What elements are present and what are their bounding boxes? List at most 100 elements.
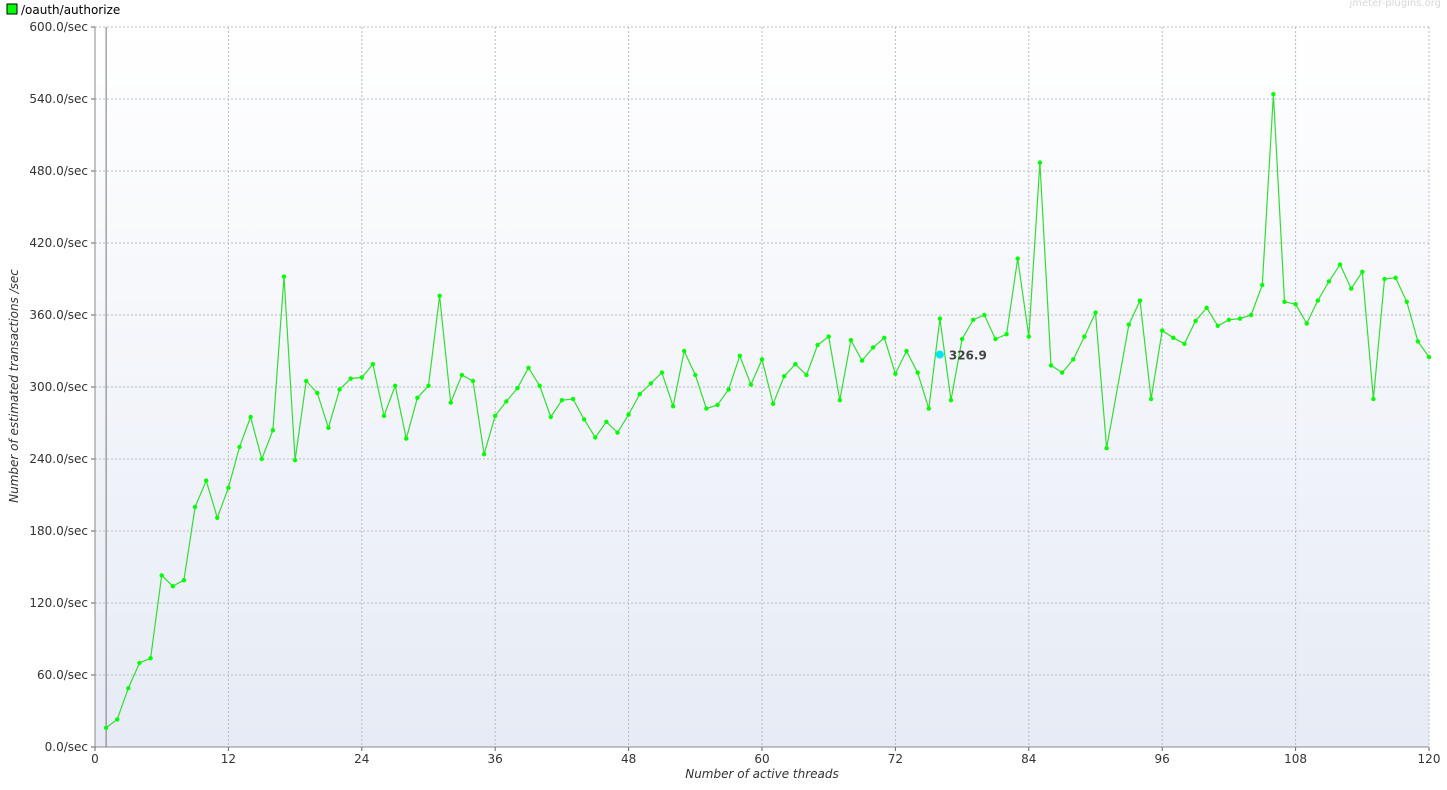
data-point[interactable] bbox=[893, 371, 898, 376]
data-point[interactable] bbox=[1182, 341, 1187, 346]
data-point[interactable] bbox=[304, 378, 309, 384]
data-point[interactable] bbox=[370, 362, 376, 367]
data-point[interactable] bbox=[570, 396, 576, 402]
data-point[interactable] bbox=[203, 478, 209, 483]
data-point[interactable] bbox=[470, 378, 476, 384]
data-point[interactable] bbox=[359, 375, 364, 380]
data-point[interactable] bbox=[559, 398, 565, 403]
data-point[interactable] bbox=[1193, 318, 1198, 324]
data-point[interactable] bbox=[226, 485, 231, 490]
data-point[interactable] bbox=[115, 717, 120, 722]
data-point[interactable] bbox=[648, 381, 654, 386]
data-point[interactable] bbox=[1337, 262, 1343, 267]
data-point[interactable] bbox=[1348, 286, 1354, 291]
data-point[interactable] bbox=[759, 357, 765, 362]
data-point[interactable] bbox=[1015, 256, 1020, 261]
data-point[interactable] bbox=[1160, 328, 1165, 333]
data-point[interactable] bbox=[1004, 332, 1009, 337]
data-point[interactable] bbox=[1315, 298, 1321, 303]
data-point[interactable] bbox=[904, 348, 909, 354]
data-point[interactable] bbox=[837, 398, 843, 403]
data-point[interactable] bbox=[348, 376, 353, 381]
line-chart[interactable]: 0.0/sec 60.0/sec 120.0/sec 180.0/sec 240.0/s… bbox=[0, 0, 1447, 786]
data-point[interactable] bbox=[137, 660, 142, 666]
data-point[interactable] bbox=[971, 317, 976, 322]
data-point[interactable] bbox=[1204, 305, 1209, 310]
data-point[interactable] bbox=[681, 348, 687, 354]
data-point[interactable] bbox=[526, 365, 531, 370]
data-point[interactable] bbox=[1260, 282, 1265, 288]
data-point[interactable] bbox=[404, 436, 409, 441]
data-point[interactable] bbox=[1426, 354, 1432, 360]
data-point[interactable] bbox=[770, 401, 776, 406]
data-point[interactable] bbox=[548, 414, 553, 420]
data-point[interactable] bbox=[948, 398, 954, 403]
data-point[interactable] bbox=[1137, 298, 1143, 303]
data-point[interactable] bbox=[1093, 310, 1098, 315]
data-point[interactable] bbox=[1248, 312, 1254, 318]
data-point[interactable] bbox=[159, 573, 164, 578]
hover-point[interactable] bbox=[935, 350, 944, 359]
data-point[interactable] bbox=[192, 504, 198, 510]
data-point[interactable] bbox=[1237, 316, 1243, 321]
data-point[interactable] bbox=[870, 345, 876, 350]
data-point[interactable] bbox=[381, 413, 387, 418]
data-point[interactable] bbox=[1148, 396, 1154, 402]
data-point[interactable] bbox=[181, 578, 187, 583]
data-point[interactable] bbox=[126, 686, 131, 691]
data-point[interactable] bbox=[693, 372, 698, 378]
data-point[interactable] bbox=[748, 382, 754, 387]
data-point[interactable] bbox=[1326, 279, 1332, 284]
data-point[interactable] bbox=[804, 372, 809, 378]
data-point[interactable] bbox=[1059, 370, 1065, 375]
data-point[interactable] bbox=[782, 374, 787, 379]
data-point[interactable] bbox=[170, 584, 176, 589]
data-point[interactable] bbox=[848, 338, 854, 343]
data-point[interactable] bbox=[1393, 275, 1398, 280]
data-point[interactable] bbox=[1126, 322, 1132, 327]
data-point[interactable] bbox=[1071, 357, 1076, 362]
data-point[interactable] bbox=[459, 372, 465, 378]
data-point[interactable] bbox=[315, 390, 320, 396]
data-point[interactable] bbox=[859, 358, 865, 363]
data-point[interactable] bbox=[1037, 160, 1043, 165]
data-point[interactable] bbox=[715, 402, 720, 408]
data-point[interactable] bbox=[626, 412, 631, 417]
data-point[interactable] bbox=[793, 362, 798, 367]
data-point[interactable] bbox=[326, 425, 331, 430]
data-point[interactable] bbox=[581, 417, 587, 422]
data-point[interactable] bbox=[1104, 446, 1109, 451]
data-point[interactable] bbox=[437, 293, 442, 298]
data-point[interactable] bbox=[815, 342, 820, 348]
data-point[interactable] bbox=[1371, 396, 1376, 402]
data-point[interactable] bbox=[604, 419, 609, 424]
data-point[interactable] bbox=[882, 335, 887, 340]
data-point[interactable] bbox=[270, 428, 276, 433]
data-point[interactable] bbox=[103, 725, 109, 730]
data-point[interactable] bbox=[426, 383, 431, 388]
data-point[interactable] bbox=[1271, 92, 1276, 97]
data-point[interactable] bbox=[1215, 323, 1220, 328]
data-point[interactable] bbox=[726, 387, 731, 392]
data-point[interactable] bbox=[1082, 334, 1087, 339]
data-point[interactable] bbox=[926, 406, 931, 411]
data-point[interactable] bbox=[537, 383, 542, 388]
data-point[interactable] bbox=[915, 370, 920, 375]
data-point[interactable] bbox=[615, 430, 620, 435]
data-point[interactable] bbox=[1360, 269, 1365, 274]
data-point[interactable] bbox=[1226, 317, 1232, 322]
data-point[interactable] bbox=[670, 404, 676, 409]
data-point[interactable] bbox=[481, 452, 487, 457]
data-point[interactable] bbox=[637, 392, 642, 397]
legend[interactable]: /oauth/authorize bbox=[6, 3, 120, 17]
data-point[interactable] bbox=[259, 456, 264, 462]
data-point[interactable] bbox=[515, 386, 520, 391]
data-point[interactable] bbox=[392, 383, 398, 388]
data-point[interactable] bbox=[982, 312, 987, 318]
data-point[interactable] bbox=[1048, 363, 1054, 368]
data-point[interactable] bbox=[504, 399, 509, 404]
data-point[interactable] bbox=[1293, 302, 1298, 307]
data-point[interactable] bbox=[659, 370, 665, 375]
data-point[interactable] bbox=[959, 336, 965, 342]
data-point[interactable] bbox=[248, 414, 253, 420]
